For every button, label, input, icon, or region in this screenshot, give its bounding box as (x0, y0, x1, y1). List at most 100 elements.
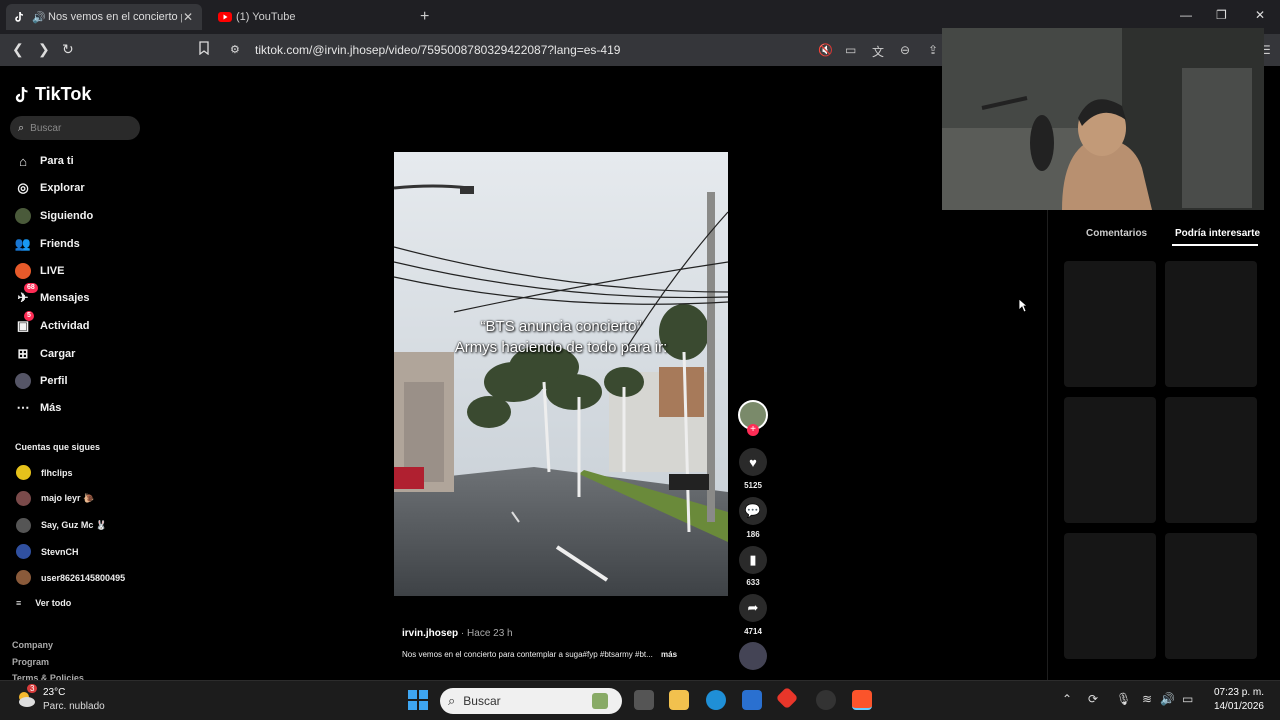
nav-label: Actividad (40, 320, 90, 332)
nav-siguiendo[interactable]: Siguiendo (14, 205, 93, 227)
brave-browser-icon[interactable] (852, 690, 872, 710)
tab-tiktok[interactable]: 🔊 Nos vemos en el concierto pa ✕ (6, 4, 202, 30)
recommended-thumbnail[interactable] (1064, 261, 1156, 387)
video-frame (394, 152, 728, 596)
nav-mensajes[interactable]: ✈ 68 Mensajes (14, 283, 90, 309)
wifi-icon[interactable]: ≋ (1142, 692, 1152, 706)
bookmark-icon[interactable] (198, 41, 210, 58)
file-explorer-icon[interactable] (669, 690, 689, 710)
followed-account[interactable]: user8626145800495 (16, 570, 125, 585)
close-tab-icon[interactable]: ✕ (182, 10, 194, 24)
comment-button[interactable]: 💬 (739, 497, 767, 525)
zoom-icon[interactable]: ⊖ (900, 43, 910, 57)
tab-youtube[interactable]: (1) YouTube (212, 4, 408, 30)
messages-badge: 68 (24, 283, 38, 293)
nav-actividad[interactable]: ▣ 5 Actividad (14, 311, 90, 337)
compass-icon: ◎ (17, 180, 29, 195)
footer-link[interactable]: Program (12, 657, 49, 667)
obs-icon[interactable] (816, 690, 836, 710)
recommended-thumbnail[interactable] (1064, 533, 1156, 659)
nav-mas[interactable]: ⋯ Más (14, 397, 62, 419)
avatar (16, 570, 31, 585)
recommended-thumbnail[interactable] (1064, 397, 1156, 523)
url-field[interactable]: tiktok.com/@irvin.jhosep/video/759500878… (255, 43, 620, 57)
recommended-thumbnail[interactable] (1165, 261, 1257, 387)
temperature: 23°C (43, 687, 66, 698)
close-window-button[interactable]: ✕ (1255, 8, 1265, 22)
reload-icon[interactable]: ↻ (62, 41, 74, 58)
followed-account[interactable]: majo leyr 🐌 (16, 491, 94, 506)
active-tab-indicator (1172, 244, 1258, 246)
panel-divider (1047, 210, 1048, 680)
restore-button[interactable]: ❐ (1216, 8, 1227, 22)
like-button[interactable]: ♥ (739, 448, 767, 476)
mute-site-icon[interactable]: 🔇 (818, 43, 833, 57)
new-tab-button[interactable]: + (420, 8, 429, 26)
minimize-button[interactable]: — (1180, 8, 1192, 22)
search-input[interactable]: ⌕ Buscar (10, 116, 140, 140)
share-icon[interactable]: ⇪ (928, 43, 938, 57)
nav-explorar[interactable]: ◎ Explorar (14, 177, 84, 199)
friends-icon: 👥 (14, 236, 32, 251)
forward-icon[interactable]: ❯ (38, 41, 50, 58)
follow-plus-icon[interactable]: + (747, 424, 759, 436)
footer-link[interactable]: Company (12, 640, 53, 650)
nav-friends[interactable]: 👥 Friends (14, 233, 80, 255)
followed-account[interactable]: Say, Guz Mc 🐰 (16, 518, 107, 533)
more-link[interactable]: más (661, 650, 677, 659)
mouse-cursor-icon (1018, 298, 1028, 313)
tab-title: Nos vemos en el concierto pa (48, 11, 182, 23)
translate-icon[interactable]: 文 (872, 43, 884, 60)
music-disc[interactable] (739, 642, 767, 670)
weather-icon[interactable]: 3 (15, 684, 38, 710)
avatar (16, 544, 31, 559)
like-count: 5125 (744, 481, 762, 490)
nav-live[interactable]: LIVE (14, 260, 64, 282)
speaker-icon: 🔊 (32, 12, 46, 24)
battery-icon[interactable]: ▭ (1182, 692, 1193, 706)
nav-label: Mensajes (40, 292, 90, 304)
webcam-image (942, 28, 1264, 210)
tray-overflow-icon[interactable]: ⌃ (1062, 692, 1072, 706)
video-description: Nos vemos en el concierto para contempla… (402, 650, 677, 659)
search-icon: ⌕ (448, 693, 456, 708)
store-icon[interactable] (742, 690, 762, 710)
cast-icon[interactable]: ▭ (845, 43, 856, 57)
windows-start-icon[interactable] (408, 690, 428, 710)
video-caption-line1: “BTS anuncia concierto” (480, 318, 642, 335)
clock-time[interactable]: 07:23 p. m. (1208, 687, 1264, 698)
edge-icon[interactable] (706, 690, 726, 710)
clock-date[interactable]: 14/01/2026 (1208, 701, 1264, 712)
share-button[interactable]: ➦ (739, 594, 767, 622)
task-view-icon[interactable] (634, 690, 654, 710)
heart-icon: ♥ (749, 454, 757, 470)
video-player[interactable]: “BTS anuncia concierto” Armys haciendo d… (394, 152, 728, 596)
nav-para-ti[interactable]: ⌂ Para ti (14, 150, 74, 172)
footer-link[interactable]: Terms & Policies (12, 673, 84, 680)
microphone-icon[interactable]: 🎙 (1116, 692, 1131, 706)
see-all-link[interactable]: ≡ Ver todo (16, 598, 71, 608)
avatar (16, 465, 31, 480)
author-name[interactable]: irvin.jhosep (402, 628, 458, 639)
site-settings-icon[interactable]: ⚙ (230, 43, 240, 56)
nav-cargar[interactable]: ⊞ Cargar (14, 343, 76, 365)
tab-recommended[interactable]: Podría interesarte (1175, 228, 1260, 239)
tiktok-logo[interactable]: TikTok (15, 84, 91, 105)
webcam-overlay (942, 28, 1264, 210)
save-button[interactable]: ▮ (739, 546, 767, 574)
volume-icon[interactable]: 🔊 (1160, 692, 1175, 706)
recommended-thumbnail[interactable] (1165, 533, 1257, 659)
share-arrow-icon: ➦ (747, 600, 759, 615)
tab-comments[interactable]: Comentarios (1086, 228, 1147, 239)
recommended-thumbnail[interactable] (1165, 397, 1257, 523)
back-icon[interactable]: ❮ (12, 41, 24, 58)
comment-count: 186 (746, 530, 760, 539)
account-name: user8626145800495 (41, 572, 126, 583)
logo-text: TikTok (35, 84, 92, 104)
sync-icon[interactable]: ⟳ (1088, 692, 1098, 706)
followed-account[interactable]: StevnCH (16, 544, 79, 559)
nav-label: Más (40, 402, 62, 414)
followed-account[interactable]: flhclips (16, 465, 73, 480)
taskbar-search[interactable]: ⌕ Buscar (440, 688, 622, 714)
nav-perfil[interactable]: Perfil (14, 370, 68, 392)
